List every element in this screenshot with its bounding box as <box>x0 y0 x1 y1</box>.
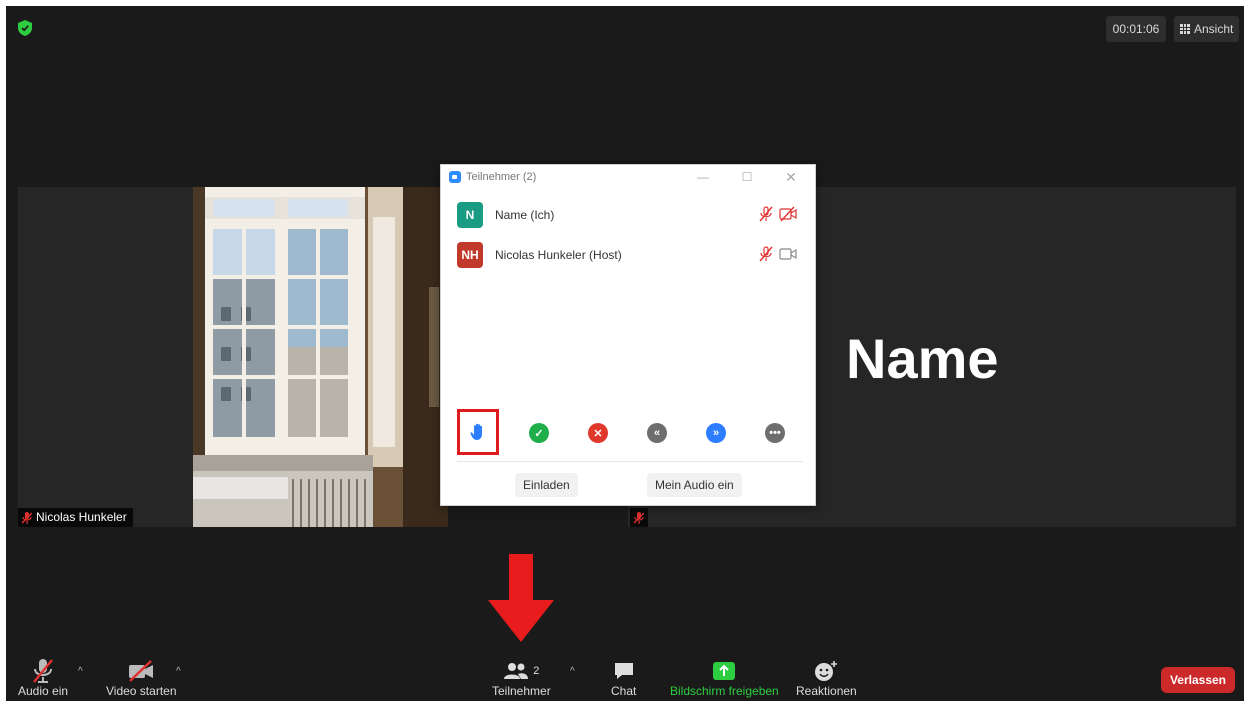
video-tile-nicolas[interactable] <box>18 187 448 527</box>
close-icon[interactable]: ✕ <box>779 169 803 185</box>
yes-icon[interactable]: ✓ <box>529 423 549 443</box>
self-display-name: Name <box>846 327 999 390</box>
maximize-icon[interactable]: ☐ <box>735 169 759 185</box>
raise-hand-icon <box>470 423 482 440</box>
slower-icon[interactable]: « <box>647 423 667 443</box>
video-button-label: Video starten <box>106 684 177 698</box>
chat-button-label: Chat <box>611 684 637 698</box>
participant-row[interactable]: NH Nicolas Hunkeler (Host) <box>457 242 803 268</box>
participants-panel: Teilnehmer (2) — ☐ ✕ N Name (Ich) NH Nic… <box>440 164 816 506</box>
meeting-window: 00:01:06 Ansicht Name Nicolas Hunkeler T… <box>6 6 1244 701</box>
grid-view-icon <box>1180 24 1190 34</box>
video-icon[interactable] <box>779 246 797 262</box>
participant-row[interactable]: N Name (Ich) <box>457 202 803 228</box>
view-button[interactable]: Ansicht <box>1174 16 1240 42</box>
chat-icon <box>614 663 633 679</box>
invite-button[interactable]: Einladen <box>515 473 578 497</box>
my-audio-button[interactable]: Mein Audio ein <box>647 473 742 497</box>
reactions-button[interactable]: Reaktionen <box>796 658 857 698</box>
more-icon[interactable]: ••• <box>765 423 785 443</box>
no-icon[interactable]: ✕ <box>588 423 608 443</box>
divider <box>457 461 803 462</box>
video-off-icon <box>129 660 154 682</box>
left-tile-name-tag: Nicolas Hunkeler <box>18 508 133 527</box>
video-options-chevron-icon[interactable]: ^ <box>176 666 181 677</box>
panel-title: Teilnehmer (2) <box>466 171 537 183</box>
minimize-icon[interactable]: — <box>691 169 715 185</box>
avatar: N <box>457 202 483 228</box>
avatar: NH <box>457 242 483 268</box>
audio-button[interactable]: Audio ein <box>18 658 68 698</box>
participant-name: Name (Ich) <box>495 208 555 222</box>
participants-options-chevron-icon[interactable]: ^ <box>570 666 575 677</box>
video-off-icon[interactable] <box>779 206 797 222</box>
muted-mic-icon <box>22 511 32 524</box>
video-button[interactable]: Video starten <box>106 658 177 698</box>
audio-button-label: Audio ein <box>18 684 69 698</box>
panel-title-bar: Teilnehmer (2) <box>449 171 536 183</box>
participants-icon <box>504 663 529 679</box>
reactions-button-label: Reaktionen <box>796 684 857 698</box>
share-screen-icon <box>713 662 736 680</box>
reactions-icon <box>815 661 838 681</box>
muted-mic-icon <box>634 511 644 524</box>
participant-name: Nicolas Hunkeler (Host) <box>495 248 622 262</box>
chat-button[interactable]: Chat <box>611 658 636 698</box>
participants-button-label: Teilnehmer <box>492 684 551 698</box>
view-button-label: Ansicht <box>1194 22 1234 36</box>
muted-mic-icon[interactable] <box>759 206 773 222</box>
participants-count: 2 <box>533 665 540 677</box>
camera-feed-image <box>193 187 448 527</box>
faster-icon[interactable]: » <box>706 423 726 443</box>
muted-mic-icon[interactable] <box>759 246 773 262</box>
audio-options-chevron-icon[interactable]: ^ <box>78 666 83 677</box>
raise-hand-button[interactable] <box>457 409 499 455</box>
leave-button[interactable]: Verlassen <box>1161 667 1235 693</box>
zoom-logo-icon <box>449 171 461 183</box>
encryption-shield-icon[interactable] <box>18 20 32 36</box>
feedback-actions: ✓ ✕ « » ••• <box>457 409 803 455</box>
participants-button[interactable]: 2 Teilnehmer <box>492 658 551 698</box>
share-screen-button-label: Bildschirm freigeben <box>670 684 779 698</box>
muted-mic-icon <box>33 659 53 683</box>
down-arrow-annotation-icon <box>488 554 554 642</box>
meeting-timer: 00:01:06 <box>1106 16 1166 42</box>
share-screen-button[interactable]: Bildschirm freigeben <box>670 658 779 698</box>
right-tile-mic-tag <box>630 508 648 527</box>
left-tile-name: Nicolas Hunkeler <box>36 510 127 524</box>
